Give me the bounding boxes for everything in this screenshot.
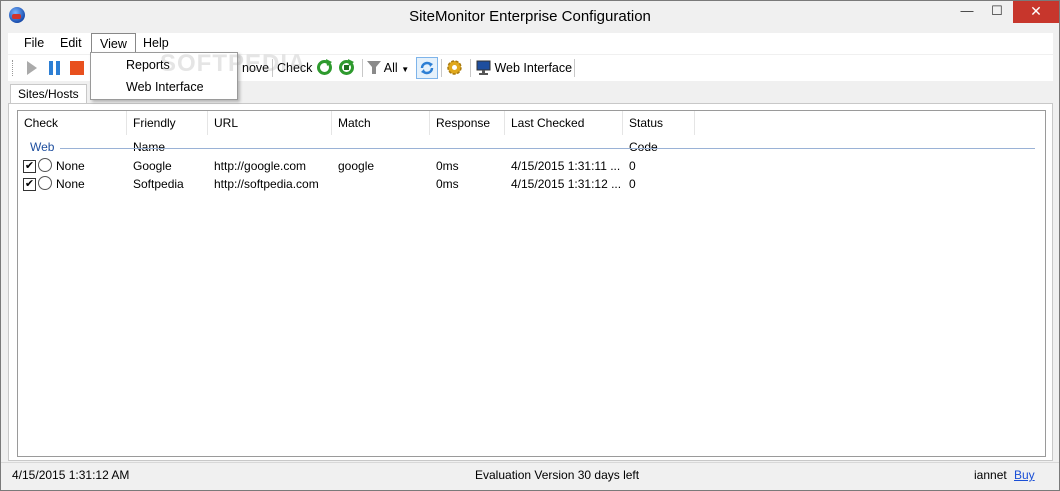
sync-button[interactable] — [416, 57, 438, 79]
cell-last-checked: 4/15/2015 1:31:11 ... — [511, 159, 621, 173]
filter-dropdown[interactable]: All ▼ — [367, 55, 409, 81]
column-header-last-checked[interactable]: Last Checked — [505, 111, 623, 135]
settings-button[interactable] — [446, 55, 463, 81]
pause-icon — [49, 61, 60, 75]
table-row[interactable]: ✔ None Google http://google.com google 0… — [18, 157, 1045, 175]
play-icon — [27, 61, 37, 75]
sites-list[interactable]: Check Friendly Name URL Match Response L… — [17, 110, 1046, 457]
web-interface-label: Web Interface — [494, 61, 573, 75]
group-header-web[interactable]: Web — [30, 140, 54, 154]
pause-button[interactable] — [48, 55, 61, 81]
column-header-check[interactable]: Check — [18, 111, 127, 135]
cell-url: http://softpedia.com — [214, 177, 319, 191]
cell-status-code: 0 — [629, 177, 636, 191]
menu-item-reports[interactable]: Reports — [126, 58, 170, 72]
status-timestamp: 4/15/2015 1:31:12 AM — [12, 468, 130, 482]
remove-button[interactable]: nove — [242, 55, 269, 81]
monitor-icon — [476, 60, 491, 75]
cell-url: http://google.com — [214, 159, 307, 173]
maximize-button[interactable]: ☐ — [983, 1, 1011, 23]
cell-last-checked: 4/15/2015 1:31:12 ... — [511, 177, 622, 191]
status-user: iannet — [974, 468, 1007, 482]
menu-file[interactable]: File — [16, 33, 52, 54]
cell-response: 0ms — [436, 177, 459, 191]
filter-icon — [367, 61, 381, 74]
cell-match: google — [338, 159, 375, 173]
filter-label: All — [383, 61, 398, 75]
row-checkbox[interactable]: ✔ — [23, 160, 36, 173]
column-header-url[interactable]: URL — [208, 111, 332, 135]
sites-panel: Check Friendly Name URL Match Response L… — [8, 103, 1053, 461]
row-checkbox[interactable]: ✔ — [23, 178, 36, 191]
toolbar-separator — [362, 59, 363, 77]
cell-status-code: 0 — [629, 159, 636, 173]
tab-sites-hosts[interactable]: Sites/Hosts — [10, 84, 87, 104]
settings-gear-icon — [447, 60, 462, 75]
stop-button[interactable] — [70, 55, 84, 81]
status-evaluation: Evaluation Version 30 days left — [475, 468, 640, 482]
cell-friendly-name: Softpedia — [133, 177, 184, 191]
column-header-match[interactable]: Match — [332, 111, 430, 135]
column-header-response[interactable]: Response — [430, 111, 505, 135]
stop-icon — [70, 61, 84, 75]
refresh-icon — [317, 59, 332, 75]
toolbar-separator — [470, 59, 471, 77]
menu-item-web-interface[interactable]: Web Interface — [126, 80, 204, 94]
menu-bar: File Edit View Help — [8, 33, 1053, 54]
play-button[interactable] — [26, 55, 38, 81]
group-divider — [60, 148, 1035, 149]
refresh-all-button[interactable] — [338, 55, 355, 81]
cell-friendly-name: Google — [133, 159, 172, 173]
buy-link[interactable]: Buy — [1014, 468, 1035, 482]
cell-response: 0ms — [436, 159, 459, 173]
refresh-button[interactable] — [316, 55, 333, 81]
status-indicator-icon — [38, 158, 52, 172]
toolbar-grip[interactable] — [12, 60, 15, 76]
sync-icon — [420, 61, 434, 75]
web-interface-button[interactable]: Web Interface — [476, 55, 572, 81]
column-header-status-code[interactable]: Status Code — [623, 111, 695, 154]
column-header-friendly-name[interactable]: Friendly Name — [127, 111, 208, 154]
cell-check: None — [56, 159, 85, 173]
close-button[interactable]: ✕ — [1013, 1, 1059, 23]
toolbar-separator — [272, 59, 273, 77]
view-menu-dropdown: Reports Web Interface — [90, 52, 238, 100]
toolbar-separator — [574, 59, 575, 77]
chevron-down-icon: ▼ — [401, 65, 410, 74]
title-bar: SiteMonitor Enterprise Configuration — ☐… — [1, 1, 1059, 32]
menu-view[interactable]: View — [91, 33, 136, 54]
menu-edit[interactable]: Edit — [52, 33, 90, 54]
status-indicator-icon — [38, 176, 52, 190]
refresh-all-icon — [339, 59, 354, 75]
toolbar-separator — [441, 59, 442, 77]
check-button[interactable]: Check — [277, 55, 312, 81]
status-bar: 4/15/2015 1:31:12 AM Evaluation Version … — [1, 462, 1059, 490]
cell-check: None — [56, 177, 85, 191]
menu-help[interactable]: Help — [135, 33, 177, 54]
window-title: SiteMonitor Enterprise Configuration — [409, 8, 651, 25]
minimize-button[interactable]: — — [953, 1, 981, 23]
table-row[interactable]: ✔ None Softpedia http://softpedia.com 0m… — [18, 175, 1045, 193]
